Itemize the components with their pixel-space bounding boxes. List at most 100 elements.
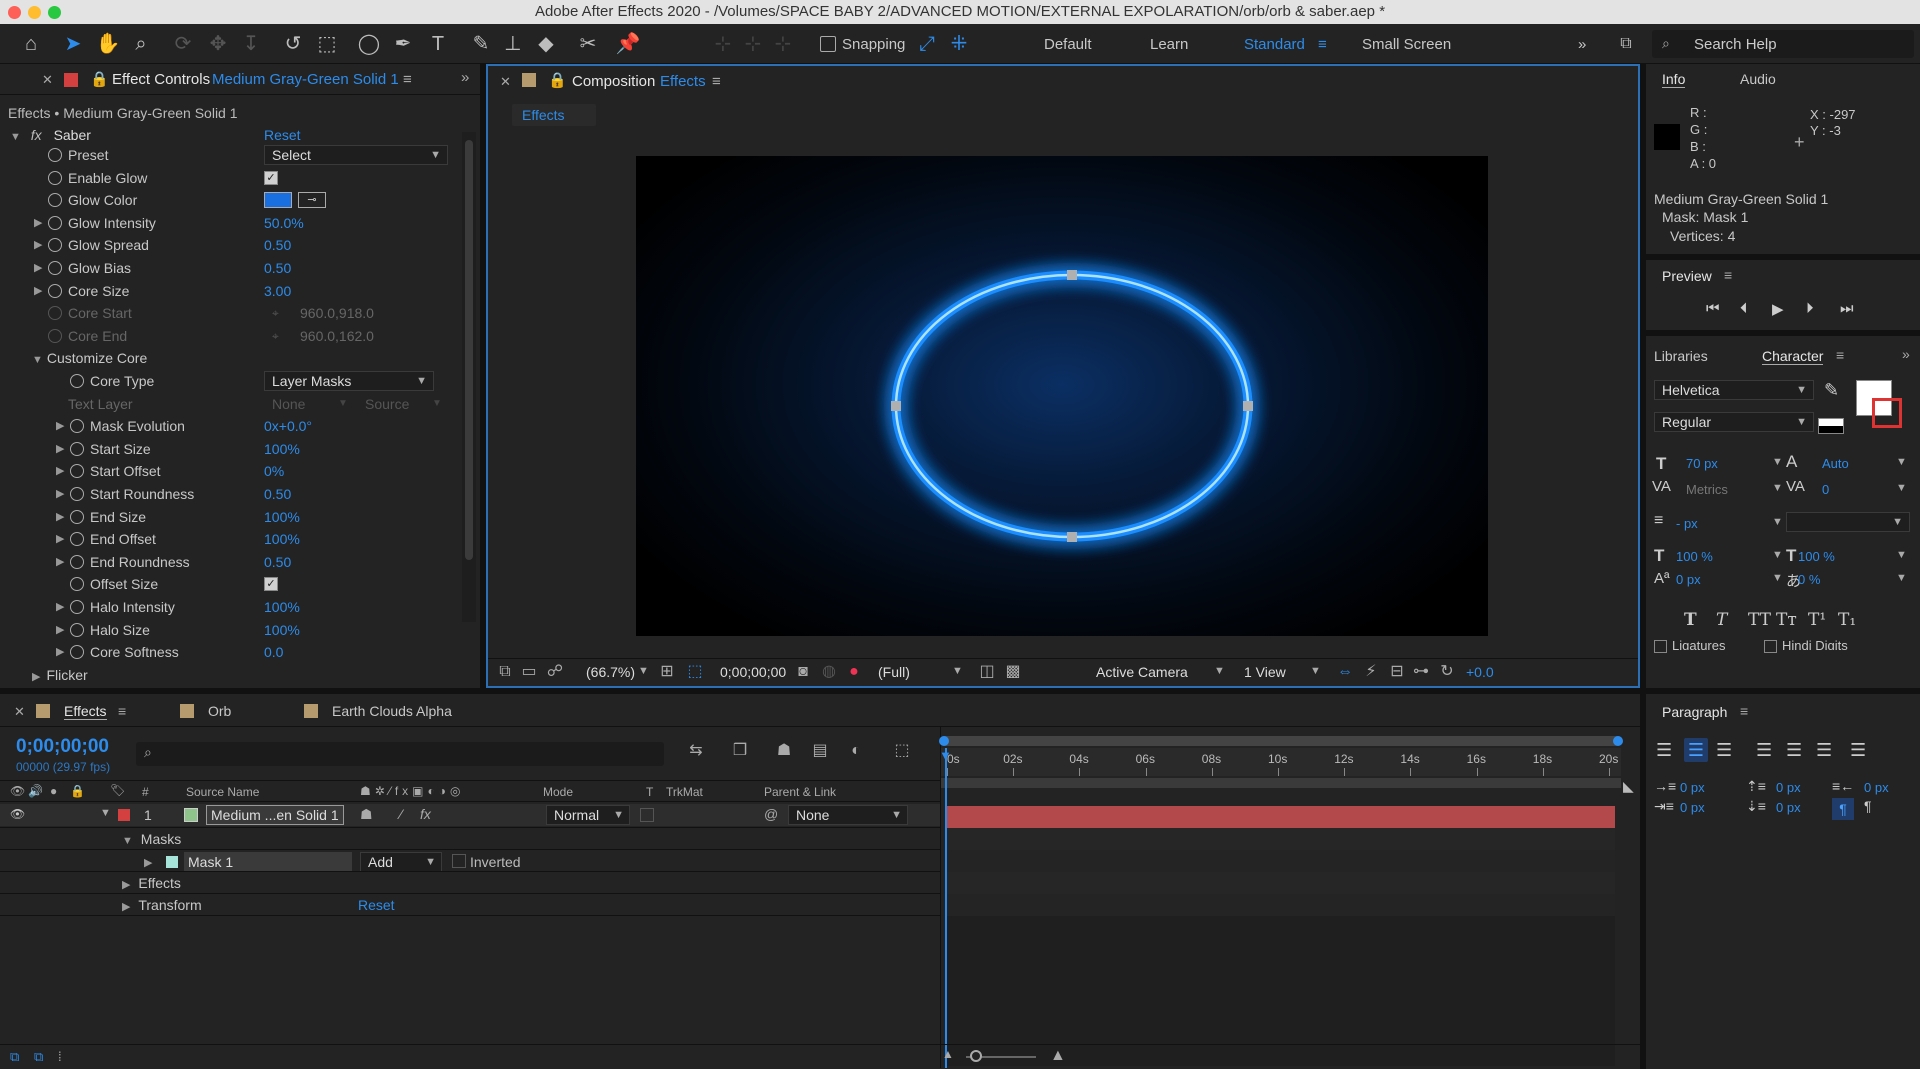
- align-right-icon[interactable]: ☰: [1716, 740, 1732, 761]
- stroke-width-value[interactable]: - px: [1676, 516, 1698, 531]
- param-row-end-roundness[interactable]: ▶ End Roundness 0.50: [0, 551, 460, 573]
- effects-group-row[interactable]: ▶ Effects: [122, 872, 181, 894]
- ligatures-checkbox[interactable]: [1654, 640, 1667, 653]
- ltr-direction-icon[interactable]: ¶: [1832, 798, 1854, 820]
- switches-column-icons[interactable]: ☗✲⁄fx▣◐◑◎: [360, 784, 464, 798]
- stopwatch-icon[interactable]: [48, 193, 62, 208]
- pan-camera-icon[interactable]: ✥: [205, 31, 231, 57]
- resolution-grid-icon[interactable]: ⊞: [656, 659, 678, 685]
- snap-edges-icon[interactable]: ⤢: [914, 31, 940, 57]
- transform-group-row[interactable]: ▶ Transform: [122, 894, 202, 916]
- exposure-value[interactable]: +0.0: [1466, 664, 1494, 680]
- stopwatch-icon[interactable]: [70, 487, 84, 501]
- baseline-shift-value[interactable]: 0 px: [1676, 572, 1701, 587]
- time-graph[interactable]: 0s 02s 04s 06s 08s 10s 12s 14s 16s 18s 20s ▼ ◣: [939, 726, 1640, 1068]
- graph-editor-icon[interactable]: ⬚: [890, 738, 914, 764]
- mode-column[interactable]: Mode: [543, 785, 573, 799]
- stopwatch-icon[interactable]: [70, 577, 84, 592]
- glow-spread-value[interactable]: 0.50: [264, 234, 291, 256]
- lock-column-icon[interactable]: 🔒: [70, 784, 85, 798]
- fx-icon[interactable]: fx: [31, 127, 42, 143]
- zoom-out-icon[interactable]: ▲: [942, 1047, 954, 1061]
- comp-lock-icon[interactable]: 🔒: [548, 71, 567, 89]
- param-row-start-size[interactable]: ▶ Start Size 100%: [0, 438, 460, 460]
- param-row-enable-glow[interactable]: Enable Glow ✓: [0, 167, 460, 189]
- zoom-tool-icon[interactable]: ⌕: [128, 31, 154, 57]
- customize-core-group[interactable]: ▼ Customize Core: [32, 347, 147, 369]
- all-caps-icon[interactable]: TT: [1748, 610, 1771, 630]
- stopwatch-icon[interactable]: [70, 532, 84, 547]
- expand-arrow-icon[interactable]: ▶: [56, 641, 64, 663]
- parent-dropdown[interactable]: None ▼: [788, 805, 908, 825]
- expand-arrow-icon[interactable]: ▶: [56, 483, 64, 505]
- small-caps-icon[interactable]: Tт: [1776, 610, 1797, 630]
- composition-name[interactable]: Effects: [660, 73, 706, 90]
- play-icon[interactable]: ▶: [1772, 300, 1784, 318]
- audio-column-icon[interactable]: 🔊: [28, 784, 43, 798]
- hindi-digits-checkbox[interactable]: [1764, 640, 1777, 653]
- lock-icon[interactable]: 🔒: [90, 70, 109, 88]
- param-row-core-softness[interactable]: ▶ Core Softness 0.0: [0, 641, 460, 663]
- stopwatch-icon[interactable]: [48, 306, 62, 321]
- indent-left-value[interactable]: 0 px: [1680, 780, 1705, 795]
- mask-mode-dropdown[interactable]: Add ▼: [360, 852, 442, 872]
- panel-menu-icon[interactable]: ≡: [403, 71, 412, 88]
- close-timeline-icon[interactable]: ✕: [14, 704, 25, 720]
- transform-reset-button[interactable]: Reset: [358, 894, 395, 916]
- param-row-offset-size[interactable]: Offset Size ✓: [0, 573, 460, 595]
- pan-behind-tool-icon[interactable]: ⬚: [314, 31, 340, 57]
- character-tab[interactable]: Character: [1762, 348, 1824, 365]
- expand-arrow-icon[interactable]: ▶: [56, 528, 64, 550]
- snap-features-icon[interactable]: ⁜: [946, 31, 972, 57]
- stopwatch-icon[interactable]: [48, 328, 62, 343]
- roto-brush-tool-icon[interactable]: ✂: [575, 31, 601, 57]
- brush-tool-icon[interactable]: ✎: [468, 31, 494, 57]
- preserve-transparency-box[interactable]: [640, 808, 654, 822]
- mask-visibility-icon[interactable]: ☍: [544, 659, 566, 685]
- stopwatch-icon[interactable]: [70, 441, 84, 456]
- effect-saber-row[interactable]: ▼ fx Saber: [10, 124, 91, 146]
- reset-exposure-icon[interactable]: ↻: [1436, 659, 1458, 685]
- stopwatch-icon[interactable]: [48, 148, 62, 162]
- tsume-value[interactable]: 0 %: [1798, 572, 1820, 587]
- work-area-start-handle[interactable]: [939, 736, 949, 746]
- stopwatch-icon[interactable]: [48, 238, 62, 253]
- in-out-toggle-icon[interactable]: ⁞: [58, 1049, 62, 1064]
- fast-previews-icon[interactable]: ⚡: [1360, 659, 1382, 685]
- dolly-camera-icon[interactable]: ↧: [238, 31, 264, 57]
- expand-arrow-icon[interactable]: ▶: [56, 551, 64, 573]
- masks-group-row[interactable]: ▼ Masks: [122, 828, 181, 850]
- expand-arrow-icon[interactable]: ▶: [122, 879, 130, 891]
- flicker-group[interactable]: ▶ Flicker: [32, 664, 88, 686]
- justify-center-icon[interactable]: ☰: [1786, 740, 1802, 761]
- mask-color-swatch[interactable]: [166, 856, 178, 868]
- label-column-icon[interactable]: 🏷: [110, 783, 125, 797]
- param-row-halo-intensity[interactable]: ▶ Halo Intensity 100%: [0, 596, 460, 618]
- eyedropper-icon[interactable]: ✎: [1824, 380, 1839, 401]
- region-of-interest-icon[interactable]: ◫: [976, 659, 998, 685]
- param-row-mask-evolution[interactable]: ▶ Mask Evolution 0x+0.0°: [0, 415, 460, 437]
- next-frame-icon[interactable]: ⏵: [1806, 300, 1814, 317]
- character-menu-icon[interactable]: ≡: [1836, 347, 1844, 363]
- expand-arrow-icon[interactable]: ▶: [34, 257, 42, 279]
- param-row-text-layer[interactable]: Text Layer None ▼ Source ▼: [0, 393, 460, 415]
- toggle-pixel-aspect-icon[interactable]: ⇔: [1334, 659, 1356, 685]
- transparency-grid-icon[interactable]: ▩: [1002, 659, 1024, 685]
- position-crosshair-icon[interactable]: ⌖: [272, 302, 279, 324]
- indent-right-value[interactable]: 0 px: [1864, 780, 1889, 795]
- start-size-value[interactable]: 100%: [264, 438, 300, 460]
- stopwatch-icon[interactable]: [70, 600, 84, 614]
- stopwatch-icon[interactable]: [48, 215, 62, 230]
- more-panels-icon[interactable]: »: [1902, 346, 1910, 362]
- zoom-window-button[interactable]: [48, 6, 61, 19]
- search-help-input[interactable]: Search Help: [1694, 36, 1777, 53]
- orbit-camera-icon[interactable]: ⟳: [170, 31, 196, 57]
- stopwatch-icon[interactable]: [70, 645, 84, 660]
- param-row-halo-size[interactable]: ▶ Halo Size 100%: [0, 619, 460, 641]
- timeline-tab-orb[interactable]: Orb: [208, 703, 231, 719]
- offset-size-checkbox[interactable]: ✓: [264, 577, 278, 592]
- param-row-core-end[interactable]: Core End ⌖ 960.0,162.0: [0, 325, 460, 347]
- mask-vertex-top[interactable]: [1067, 270, 1077, 280]
- param-row-start-offset[interactable]: ▶ Start Offset 0%: [0, 460, 460, 482]
- position-crosshair-icon[interactable]: ⌖: [272, 325, 279, 347]
